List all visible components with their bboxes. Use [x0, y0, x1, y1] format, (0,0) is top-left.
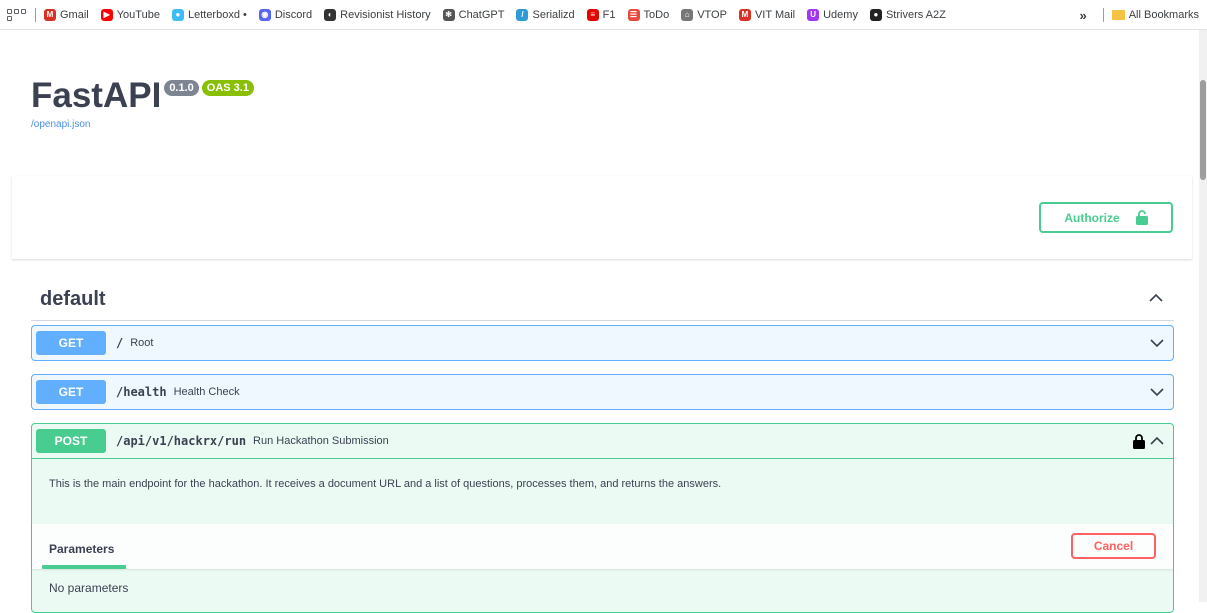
- no-parameters-text: No parameters: [49, 581, 129, 595]
- vtop-icon: ⌂: [681, 8, 694, 21]
- bookmark-item[interactable]: ✻ ChatGPT: [442, 8, 505, 21]
- operation-summary[interactable]: GET /health Health Check: [32, 375, 1173, 409]
- method-badge: GET: [36, 331, 106, 355]
- unlocked-icon: [1135, 210, 1148, 225]
- bookmarks-overflow-icon[interactable]: »: [1079, 8, 1086, 23]
- gmail-icon: M: [44, 8, 56, 21]
- bookmark-label: YouTube: [116, 8, 160, 21]
- folder-icon: [1111, 10, 1125, 20]
- tab-parameters[interactable]: Parameters: [49, 542, 114, 556]
- all-bookmarks-link[interactable]: All Bookmarks: [1129, 9, 1199, 21]
- youtube-icon: ▶: [100, 8, 113, 21]
- bookmarks-bar: M Gmail ▶ YouTube ● Letterboxd • ◉ Discord ◐ Revi…: [0, 0, 1207, 30]
- chatgpt-icon: ✻: [442, 8, 455, 21]
- f1-icon: ≡: [586, 8, 599, 21]
- bookmark-label: Discord: [274, 8, 313, 21]
- method-badge: GET: [36, 380, 106, 404]
- operation-post-hackrx-run[interactable]: POST /api/v1/hackrx/run Run Hackathon Su…: [31, 423, 1174, 613]
- version-badge: 0.1.0: [164, 80, 199, 96]
- bookmark-item[interactable]: U Udemy: [807, 8, 858, 21]
- operation-body: This is the main endpoint for the hackat…: [32, 458, 1173, 607]
- operation-path: /: [116, 336, 124, 350]
- todo-icon: ☰: [627, 8, 640, 21]
- bookmarks-separator: [35, 7, 36, 22]
- letterboxd-icon: ●: [171, 8, 184, 21]
- authorize-button[interactable]: Authorize: [1039, 202, 1173, 233]
- bookmark-item[interactable]: ≡ F1: [586, 8, 616, 21]
- gmail-icon: M: [738, 8, 751, 21]
- operation-description: Health Check: [173, 386, 240, 398]
- bookmark-label: Revisionist History: [340, 8, 431, 21]
- bookmarks-list: M Gmail ▶ YouTube ● Letterboxd • ◉ Discord ◐ Revi…: [44, 8, 958, 21]
- operation-controls: [1133, 433, 1169, 449]
- bookmark-label: ChatGPT: [458, 8, 505, 21]
- bookmark-label: Strivers A2Z: [885, 8, 946, 21]
- bookmark-item[interactable]: ● Strivers A2Z: [869, 8, 946, 21]
- bookmark-label: Serializd: [532, 8, 575, 21]
- operation-controls: [1149, 335, 1169, 351]
- bookmark-label: Letterboxd •: [187, 8, 247, 21]
- bookmark-label: ToDo: [643, 8, 670, 21]
- serializd-icon: /: [516, 8, 529, 21]
- api-title: FastAPI: [31, 76, 162, 115]
- chevron-down-icon[interactable]: [1149, 335, 1165, 351]
- bookmark-label: F1: [602, 8, 616, 21]
- bookmark-item[interactable]: M VIT Mail: [738, 8, 796, 21]
- tag-name: default: [40, 288, 106, 310]
- operation-controls: [1149, 384, 1169, 400]
- bookmark-label: Udemy: [823, 8, 858, 21]
- bookmark-item[interactable]: / Serializd: [516, 8, 575, 21]
- bookmark-label: VIT Mail: [754, 8, 796, 21]
- operation-path: /health: [116, 385, 167, 399]
- bookmark-label: Gmail: [60, 8, 89, 21]
- bookmark-item[interactable]: ⌂ VTOP: [681, 8, 727, 21]
- apps-grid-icon[interactable]: [7, 8, 27, 21]
- tag-section-default[interactable]: default: [31, 284, 1174, 321]
- podcast-icon: ◐: [324, 8, 337, 21]
- operation-description: Run Hackathon Submission: [253, 435, 389, 447]
- chevron-up-icon[interactable]: [1148, 290, 1164, 306]
- chevron-up-icon[interactable]: [1149, 433, 1165, 449]
- chevron-down-icon[interactable]: [1149, 384, 1165, 400]
- bookmarks-separator: [1102, 8, 1104, 22]
- strivers-icon: ●: [869, 8, 882, 21]
- bookmark-item[interactable]: M Gmail: [44, 8, 89, 21]
- openapi-spec-link[interactable]: /openapi.json: [31, 119, 91, 130]
- bookmark-item[interactable]: ◐ Revisionist History: [324, 8, 431, 21]
- cancel-button[interactable]: Cancel: [1071, 533, 1156, 559]
- udemy-icon: U: [807, 8, 820, 21]
- bookmark-label: VTOP: [697, 8, 727, 21]
- operation-get-root[interactable]: GET / Root: [31, 325, 1174, 361]
- operation-path: /api/v1/hackrx/run: [116, 434, 247, 448]
- bookmark-item[interactable]: ☰ ToDo: [627, 8, 670, 21]
- parameters-header: Parameters Cancel: [32, 524, 1173, 569]
- api-info-header: FastAPI 0.1.0 OAS 3.1: [31, 78, 254, 113]
- bookmarks-right: » All Bookmarks: [1079, 0, 1199, 30]
- bookmark-item[interactable]: ▶ YouTube: [100, 8, 160, 21]
- bookmark-item[interactable]: ◉ Discord: [258, 8, 313, 21]
- bookmark-item[interactable]: ● Letterboxd •: [171, 8, 247, 21]
- operation-summary[interactable]: POST /api/v1/hackrx/run Run Hackathon Su…: [32, 424, 1173, 458]
- scrollbar-thumb[interactable]: [1200, 80, 1206, 180]
- authorize-label: Authorize: [1064, 210, 1120, 225]
- oas-badge: OAS 3.1: [201, 80, 254, 96]
- discord-icon: ◉: [258, 8, 271, 21]
- tab-active-indicator: [42, 565, 126, 569]
- lock-icon[interactable]: [1133, 433, 1145, 449]
- operation-long-description: This is the main endpoint for the hackat…: [49, 478, 722, 490]
- page-scrollbar[interactable]: [1199, 30, 1207, 602]
- operation-description: Root: [130, 337, 154, 349]
- operation-get-health[interactable]: GET /health Health Check: [31, 374, 1174, 410]
- scheme-container: Authorize: [12, 176, 1192, 259]
- operation-summary[interactable]: GET / Root: [32, 326, 1173, 360]
- method-badge: POST: [36, 429, 106, 453]
